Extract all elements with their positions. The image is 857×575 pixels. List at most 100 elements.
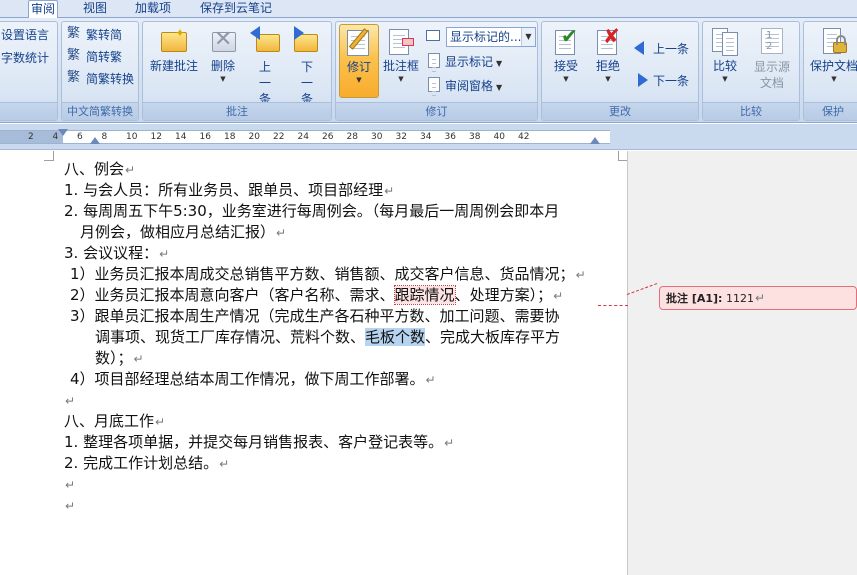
hanging-indent-marker[interactable] bbox=[90, 137, 100, 144]
document-line[interactable]: 数）；↵ bbox=[95, 348, 144, 370]
tab-save-to-cloud-notes[interactable]: 保存到云笔记 bbox=[200, 0, 272, 18]
group-label-comments: 批注 bbox=[143, 102, 331, 120]
group-protect: 保护文档 ▼ 保护 bbox=[803, 21, 857, 121]
document-line[interactable]: 调事项、现货工厂库存情况、荒料个数、毛板个数、完成大板库存平方 bbox=[95, 327, 560, 348]
tab-review[interactable]: 审阅 bbox=[28, 0, 58, 19]
balloons-button[interactable]: 批注框 ▼ bbox=[381, 24, 421, 84]
show-source-documents-button[interactable]: 12 显示源文档 bbox=[747, 24, 797, 91]
ribbon-tab-bar: 审阅 视图 加载项 保存到云笔记 bbox=[0, 0, 857, 19]
line-text: 2. 完成工作计划总结。 bbox=[64, 454, 219, 472]
document-line[interactable]: 4）项目部经理总结本周工作情况，做下周工作部署。↵ bbox=[70, 369, 436, 391]
delete-comment-icon: ✕ bbox=[208, 26, 238, 56]
document-line[interactable]: ↵ bbox=[64, 474, 75, 496]
show-markup-button[interactable]: 显示标记 ▼ bbox=[426, 51, 502, 73]
document-line[interactable]: 1. 与会人员：所有业务员、跟单员、项目部经理↵ bbox=[64, 180, 394, 202]
chevron-down-icon: ▼ bbox=[605, 75, 611, 83]
right-indent-marker[interactable] bbox=[590, 137, 600, 144]
simp-to-trad-icon: 繁 bbox=[67, 48, 81, 63]
paragraph-mark: ↵ bbox=[276, 226, 287, 240]
document-line[interactable]: ↵ bbox=[64, 495, 75, 517]
word-count-button[interactable]: 字数统计 bbox=[1, 47, 49, 69]
previous-change-label: 上一条 bbox=[653, 42, 690, 56]
chevron-down-icon[interactable]: ▼ bbox=[521, 28, 535, 46]
line-text: 1. 整理各项单据，并提交每月销售报表、客户登记表等。 bbox=[64, 433, 444, 451]
group-label-chinese-conversion: 中文简繁转换 bbox=[62, 102, 138, 120]
paragraph-mark: ↵ bbox=[553, 289, 564, 303]
ruler-tick-label: 38 bbox=[469, 132, 481, 142]
previous-comment-label: 上一条 bbox=[258, 60, 271, 106]
trad-to-simp-icon: 繁 bbox=[67, 26, 81, 41]
group-proofing: 设置语言 字数统计 bbox=[0, 21, 58, 121]
next-change-button[interactable]: 下一条 bbox=[634, 70, 689, 92]
ruler-tick-label: 2 bbox=[28, 132, 34, 142]
track-changes-button[interactable]: 修订 ▼ bbox=[339, 24, 379, 98]
set-language-button[interactable]: 设置语言 bbox=[1, 24, 49, 46]
tab-addins[interactable]: 加载项 bbox=[135, 0, 171, 18]
document-line[interactable]: 2）业务员汇报本周意向客户（客户名称、需求、跟踪情况、处理方案）；↵ bbox=[70, 285, 563, 307]
paragraph-mark: ↵ bbox=[65, 394, 76, 408]
line-text: 、完成大板库存平方 bbox=[425, 328, 561, 346]
line-text: 八、例会 bbox=[64, 160, 125, 178]
show-source-label: 显示源文档 bbox=[753, 60, 790, 90]
compare-button[interactable]: 比较 ▼ bbox=[707, 24, 743, 84]
simp-to-trad-button[interactable]: 繁简转繁 bbox=[67, 46, 122, 68]
next-comment-button[interactable]: 下一条 bbox=[289, 24, 325, 107]
chevron-down-icon: ▼ bbox=[831, 75, 837, 83]
paragraph-mark: ↵ bbox=[425, 373, 436, 387]
ruler-tick-label: 24 bbox=[297, 132, 309, 142]
reject-label: 拒绝 bbox=[595, 59, 620, 73]
accept-change-button[interactable]: ✔ 接受 ▼ bbox=[546, 24, 586, 84]
display-for-review-value: 显示标记的... bbox=[450, 30, 522, 44]
ruler-tick-label: 30 bbox=[371, 132, 383, 142]
ruler-tick-label: 8 bbox=[101, 132, 108, 142]
ruler-tick-label: 36 bbox=[444, 132, 456, 142]
line-text: 2）业务员汇报本周意向客户（客户名称、需求、 bbox=[70, 286, 395, 304]
chevron-down-icon: ▼ bbox=[496, 83, 503, 92]
trad-to-simp-button[interactable]: 繁繁转简 bbox=[67, 24, 122, 46]
document-line[interactable]: 八、例会↵ bbox=[64, 159, 135, 181]
line-text: 1）业务员汇报本周成交总销售平方数、销售额、成交客户信息、货品情况； bbox=[70, 265, 575, 283]
previous-change-button[interactable]: 上一条 bbox=[634, 38, 689, 60]
paragraph-mark: ↵ bbox=[219, 457, 230, 471]
document-line[interactable]: 1）业务员汇报本周成交总销售平方数、销售额、成交客户信息、货品情况；↵ bbox=[70, 264, 586, 286]
first-line-indent-marker[interactable] bbox=[58, 129, 68, 136]
ruler-tick-label: 16 bbox=[199, 132, 211, 142]
simp-to-trad-label: 简转繁 bbox=[86, 50, 123, 64]
paragraph-mark: ↵ bbox=[444, 436, 455, 450]
ruler-tick-label: 34 bbox=[420, 132, 432, 142]
chevron-down-icon: ▼ bbox=[722, 75, 728, 83]
protect-document-button[interactable]: 保护文档 ▼ bbox=[806, 24, 857, 84]
document-line[interactable]: 3）跟单员汇报本周生产情况（完成生产各石种平方数、加工问题、需要协 bbox=[70, 306, 560, 327]
comment-balloon[interactable]: 批注 [A1]: 1121↵ bbox=[659, 286, 857, 310]
document-line[interactable]: 1. 整理各项单据，并提交每月销售报表、客户登记表等。↵ bbox=[64, 432, 454, 454]
simp-trad-convert-button[interactable]: 繁简繁转换 bbox=[67, 68, 134, 90]
ruler-tick-label: 40 bbox=[493, 132, 505, 142]
comment-label: 批注 [A1]: bbox=[666, 292, 723, 305]
document-line[interactable]: 2. 完成工作计划总结。↵ bbox=[64, 453, 229, 475]
line-text: 月例会，做相应月总结汇报） bbox=[80, 223, 276, 241]
delete-comment-button[interactable]: ✕ 删除 ▼ bbox=[203, 24, 243, 84]
reject-icon: ✘ bbox=[593, 26, 623, 56]
ruler-tick-label: 12 bbox=[150, 132, 162, 142]
document-line[interactable]: 八、月底工作↵ bbox=[64, 411, 165, 433]
previous-comment-button[interactable]: 上一条 bbox=[247, 24, 283, 107]
horizontal-ruler[interactable]: 2 4 6 8 10 12 14 16 18 20 22 24 26 28 30 32 34 36 38 40 42 bbox=[0, 124, 857, 150]
document-line[interactable]: 月例会，做相应月总结汇报）↵ bbox=[80, 222, 286, 244]
reject-change-button[interactable]: ✘ 拒绝 ▼ bbox=[588, 24, 628, 84]
reviewing-pane-button[interactable]: 审阅窗格 ▼ bbox=[426, 75, 502, 97]
ribbon: 设置语言 字数统计 繁繁转简 繁简转繁 繁简繁转换 中文简繁转换 ✦ 新建批注 bbox=[0, 18, 857, 123]
tab-view[interactable]: 视图 bbox=[83, 0, 107, 18]
document-area[interactable]: 八、例会↵ 1. 与会人员：所有业务员、跟单员、项目部经理↵ 2. 每周周五下午5:… bbox=[0, 151, 857, 575]
new-comment-button[interactable]: ✦ 新建批注 bbox=[147, 24, 201, 74]
next-change-icon bbox=[634, 72, 650, 88]
group-chinese-conversion: 繁繁转简 繁简转繁 繁简繁转换 中文简繁转换 bbox=[61, 21, 139, 121]
paragraph-mark: ↵ bbox=[384, 184, 395, 198]
group-compare: 比较 ▼ 12 显示源文档 比较 bbox=[702, 21, 800, 121]
new-comment-label: 新建批注 bbox=[149, 59, 198, 73]
document-line[interactable]: ↵ bbox=[64, 390, 75, 412]
document-line[interactable]: 3. 会议议程：↵ bbox=[64, 243, 169, 265]
paragraph-mark: ↵ bbox=[159, 247, 170, 261]
document-line[interactable]: 2. 每周周五下午5:30，业务室进行每周例会。（每月最后一周周例会即本月 bbox=[64, 201, 559, 222]
line-text: 数）； bbox=[95, 349, 133, 367]
display-for-review-combo[interactable]: 显示标记的... ▼ bbox=[446, 27, 536, 47]
